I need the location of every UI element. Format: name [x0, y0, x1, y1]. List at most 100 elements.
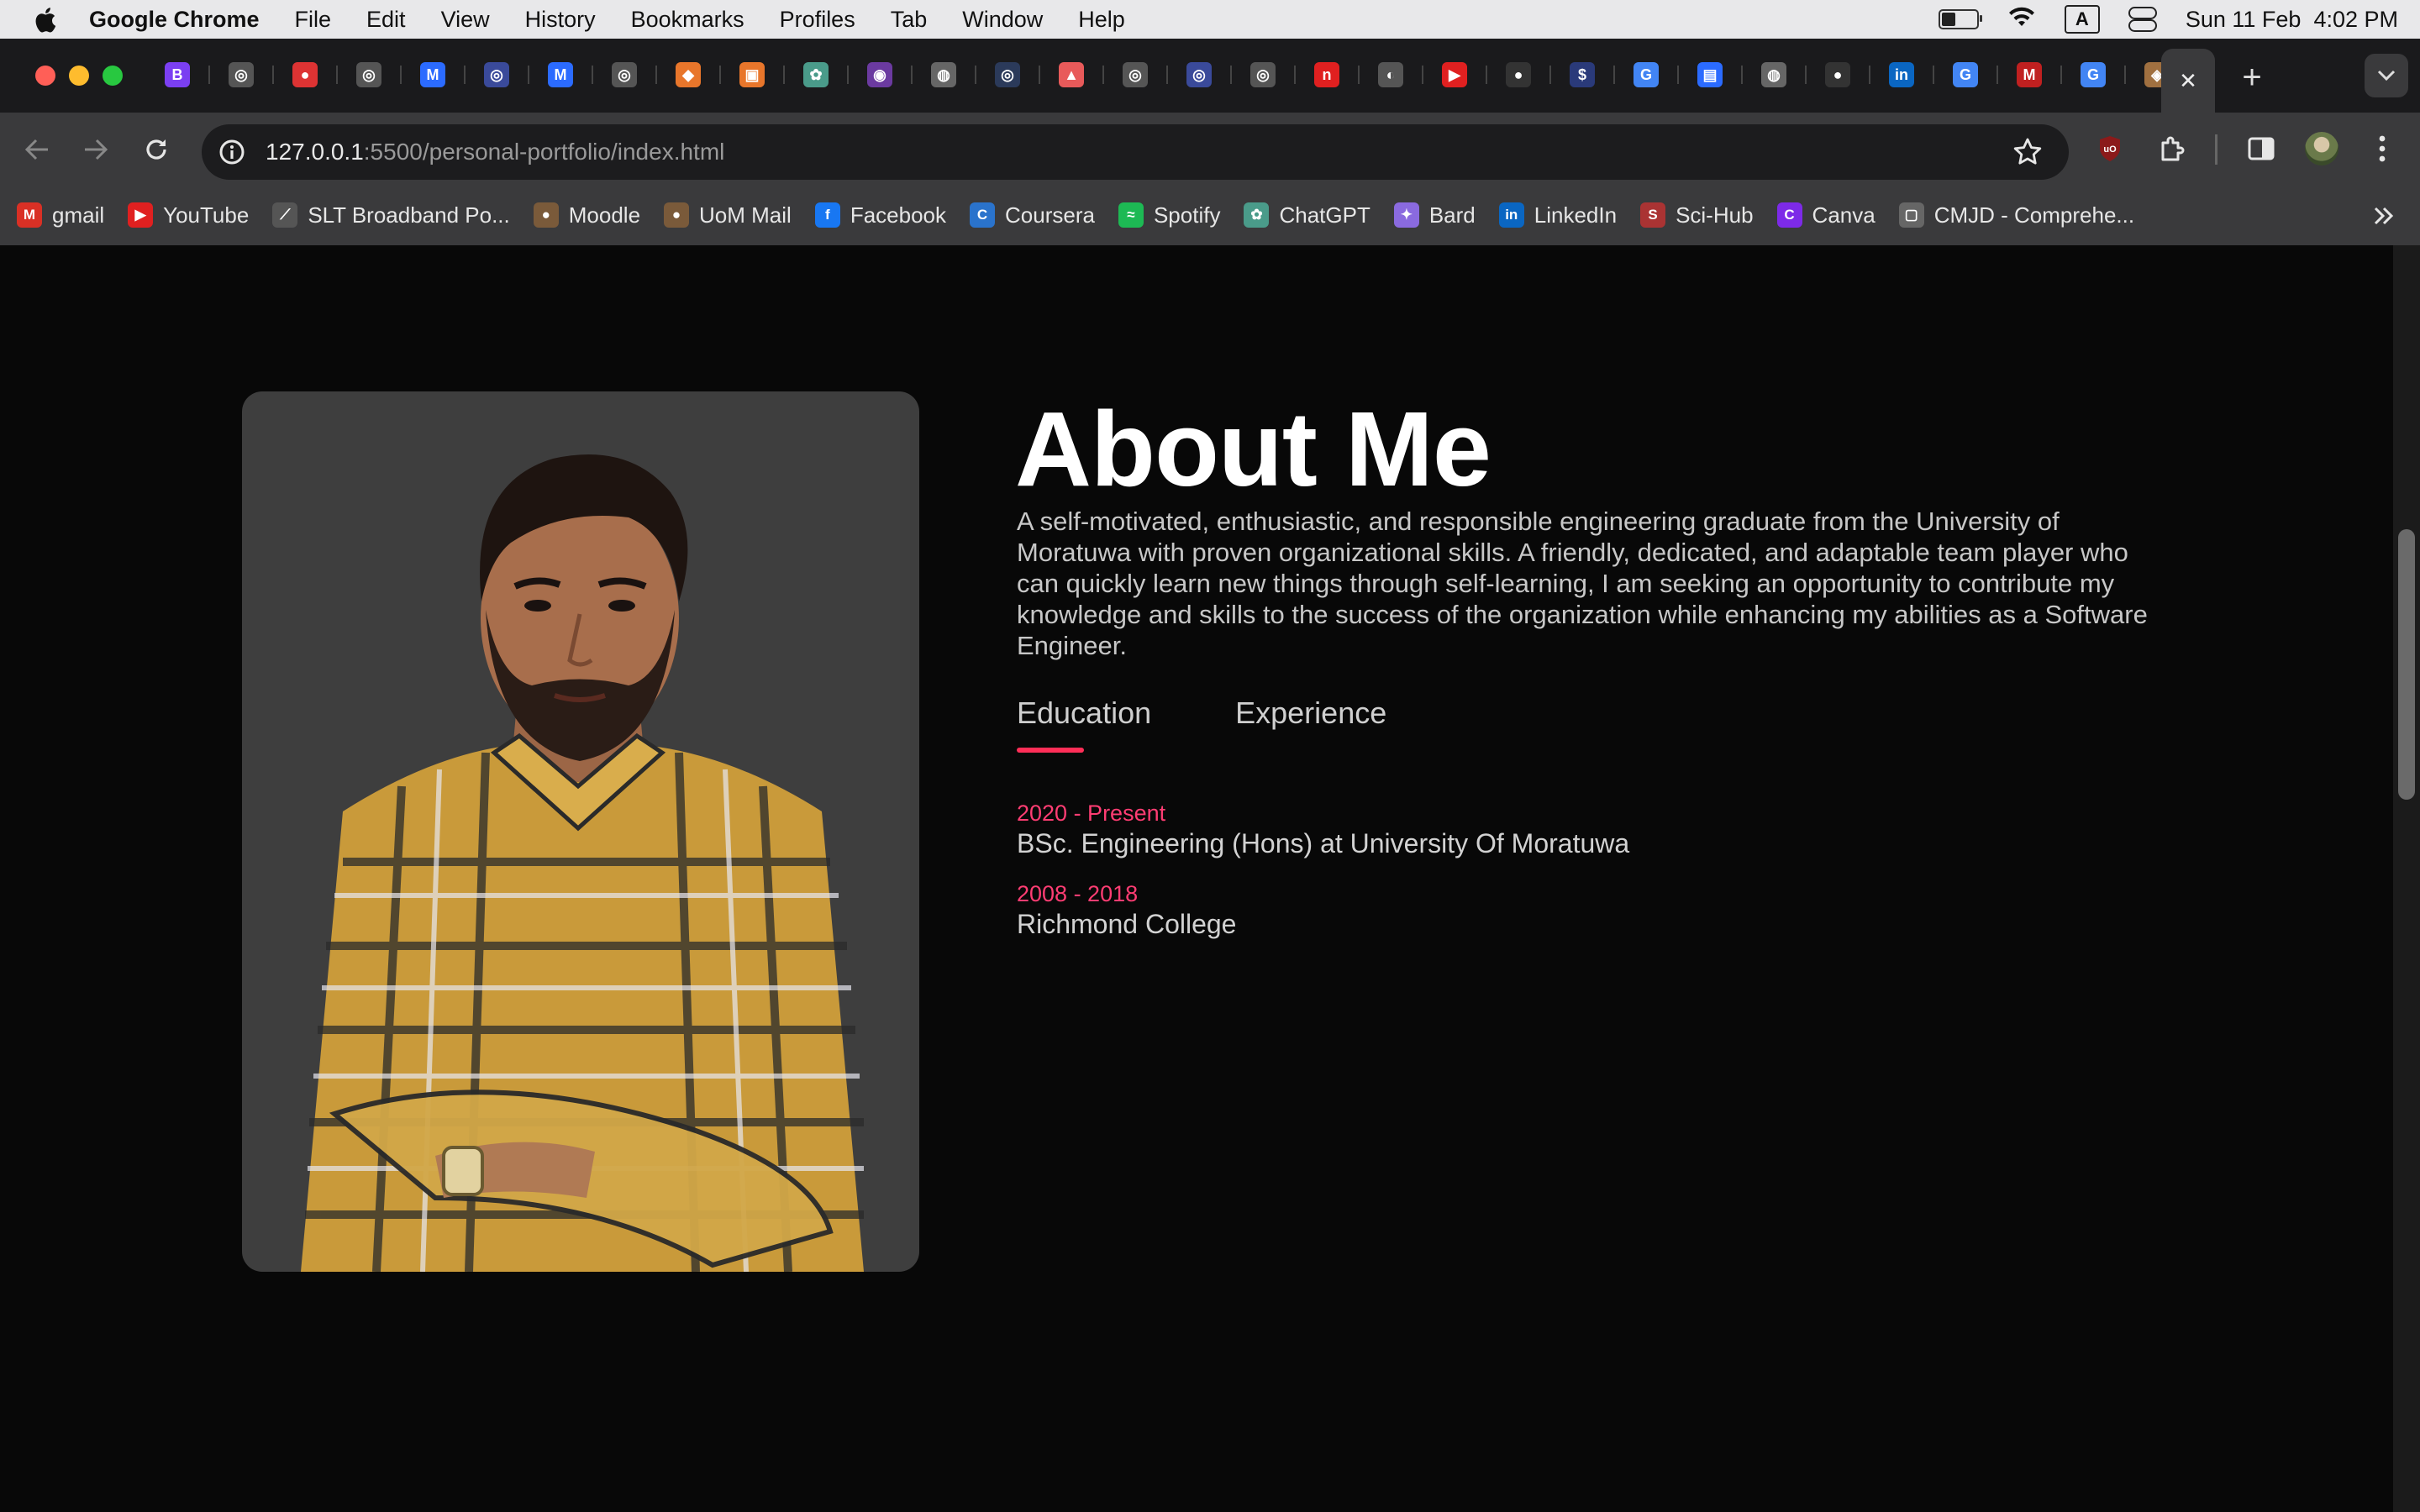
tab-favicon[interactable]: ◆ — [676, 62, 721, 87]
bookmark-label: Sci-Hub — [1676, 202, 1754, 228]
bookmark-item[interactable]: ● UoM Mail — [664, 202, 792, 228]
tab-favicon[interactable]: $ — [1570, 62, 1615, 87]
tab-favicon[interactable]: ▲ — [1059, 62, 1104, 87]
active-tab[interactable]: ✕ — [2161, 49, 2215, 113]
bookmark-label: LinkedIn — [1534, 202, 1618, 228]
window-minimize-button[interactable] — [69, 66, 89, 86]
control-center-icon[interactable] — [2128, 7, 2157, 32]
tab-favicon[interactable]: ● — [292, 62, 338, 87]
tab-education[interactable]: Education — [1017, 696, 1151, 753]
tab-favicon[interactable]: G — [1634, 62, 1679, 87]
tab-favicon[interactable]: ✿ — [803, 62, 849, 87]
bookmark-favicon-icon: ⟋ — [272, 202, 298, 228]
tab-favicon[interactable]: M — [2017, 62, 2062, 87]
bookmarks-overflow-icon[interactable] — [2373, 202, 2395, 233]
profile-photo — [242, 391, 919, 1272]
back-button[interactable] — [18, 131, 55, 168]
menubar-datetime[interactable]: Sun 11 Feb 4:02 PM — [2186, 7, 2398, 33]
page-scrollbar[interactable] — [2393, 245, 2420, 1512]
bookmark-favicon-icon: ≈ — [1118, 202, 1144, 228]
education-name: BSc. Engineering (Hons) at University Of… — [1017, 828, 1630, 858]
bookmark-item[interactable]: ✿ ChatGPT — [1244, 202, 1370, 228]
bookmark-item[interactable]: in LinkedIn — [1498, 202, 1618, 228]
tab-favicon[interactable]: ◍ — [1761, 62, 1807, 87]
bookmark-item[interactable]: ✦ Bard — [1393, 202, 1476, 228]
tab-favicon[interactable]: ● — [1506, 62, 1551, 87]
bookmark-item[interactable]: C Canva — [1776, 202, 1876, 228]
tab-favicon[interactable]: M — [420, 62, 466, 87]
tab-favicon[interactable]: ◍ — [931, 62, 976, 87]
about-tabs: Education Experience — [1017, 696, 1386, 753]
bookmark-item[interactable]: ● Moodle — [533, 202, 640, 228]
tab-favicon[interactable]: ● — [1825, 62, 1870, 87]
svg-text:uO: uO — [2103, 144, 2117, 155]
tab-favicon[interactable]: ▤ — [1697, 62, 1743, 87]
bookmark-item[interactable]: f Facebook — [814, 202, 947, 228]
about-description: A self-motivated, enthusiastic, and resp… — [1017, 507, 2148, 660]
ublock-extension-icon[interactable]: uO — [2091, 129, 2129, 168]
bookmark-item[interactable]: ▢ CMJD - Comprehe... — [1898, 202, 2134, 228]
wifi-icon[interactable] — [2007, 6, 2036, 34]
apple-menu-icon[interactable] — [32, 5, 57, 34]
tab-favicon[interactable]: G — [1953, 62, 1998, 87]
bookmark-item[interactable]: ▶ YouTube — [128, 202, 249, 228]
extensions-puzzle-icon[interactable] — [2153, 129, 2191, 168]
bookmark-favicon-icon: f — [814, 202, 840, 228]
tab-favicon[interactable]: ◐ — [1378, 62, 1423, 87]
menu-profiles[interactable]: Profiles — [780, 7, 855, 33]
reload-button[interactable] — [138, 131, 175, 168]
menu-window[interactable]: Window — [962, 7, 1043, 33]
window-close-button[interactable] — [35, 66, 55, 86]
bookmark-item[interactable]: Mgmail — [17, 202, 104, 228]
scrollbar-thumb[interactable] — [2398, 529, 2415, 800]
tab-favicon[interactable]: ◎ — [229, 62, 274, 87]
menu-tab[interactable]: Tab — [891, 7, 928, 33]
tab-favicon[interactable]: ◎ — [612, 62, 657, 87]
side-panel-icon[interactable] — [2242, 129, 2281, 168]
address-bar[interactable]: 127.0.0.1:5500/personal-portfolio/index.… — [202, 124, 2069, 180]
forward-button[interactable] — [77, 131, 114, 168]
tab-search-button[interactable] — [2365, 54, 2408, 97]
bookmark-item[interactable]: ≈ Spotify — [1118, 202, 1220, 228]
menu-file[interactable]: File — [295, 7, 332, 33]
menu-app-name[interactable]: Google Chrome — [89, 7, 260, 33]
url-text[interactable]: 127.0.0.1:5500/personal-portfolio/index.… — [266, 139, 724, 165]
window-zoom-button[interactable] — [103, 66, 123, 86]
bookmark-item[interactable]: C Coursera — [970, 202, 1095, 228]
menu-history[interactable]: History — [525, 7, 596, 33]
tab-close-icon[interactable]: ✕ — [2179, 68, 2197, 94]
tab-favicon[interactable]: G — [2081, 62, 2126, 87]
tab-favicon[interactable]: in — [1889, 62, 1934, 87]
tab-favicon[interactable]: ◎ — [1250, 62, 1296, 87]
tab-favicon[interactable]: ◎ — [1123, 62, 1168, 87]
tab-favicon[interactable]: ◎ — [1186, 62, 1232, 87]
tab-experience[interactable]: Experience — [1235, 696, 1386, 746]
new-tab-button[interactable]: + — [2235, 60, 2269, 94]
tab-favicon[interactable]: ▣ — [739, 62, 785, 87]
bookmark-item[interactable]: ⟋ SLT Broadband Po... — [272, 202, 510, 228]
profile-avatar[interactable] — [2302, 129, 2341, 168]
menu-help[interactable]: Help — [1078, 7, 1125, 33]
tab-favicon[interactable]: ◉ — [867, 62, 913, 87]
bookmark-item[interactable]: S Sci-Hub — [1640, 202, 1754, 228]
bookmark-label: Facebook — [850, 202, 947, 228]
tab-favicon[interactable]: ◎ — [484, 62, 529, 87]
tab-favicon[interactable]: n — [1314, 62, 1360, 87]
chrome-menu-icon[interactable] — [2363, 129, 2402, 168]
battery-icon[interactable] — [1938, 9, 1982, 29]
tab-favicon[interactable]: ▶ — [1442, 62, 1487, 87]
tab-favicon[interactable]: M — [548, 62, 593, 87]
tab-favicon[interactable]: B — [165, 62, 210, 87]
education-list: 2020 - Present BSc. Engineering (Hons) a… — [1017, 800, 1629, 961]
tab-favicon[interactable]: ◎ — [995, 62, 1040, 87]
tab-favicon[interactable]: ◎ — [356, 62, 402, 87]
bookmark-star-icon[interactable] — [2012, 136, 2044, 168]
menu-view[interactable]: View — [441, 7, 490, 33]
menu-bookmarks[interactable]: Bookmarks — [631, 7, 744, 33]
site-info-icon[interactable] — [217, 137, 247, 167]
input-source-indicator[interactable]: A — [2064, 5, 2100, 34]
bookmark-favicon-icon: ✦ — [1393, 202, 1419, 228]
menu-edit[interactable]: Edit — [366, 7, 406, 33]
browser-toolbar: 127.0.0.1:5500/personal-portfolio/index.… — [0, 113, 2420, 185]
browser-chrome: B ◎ ● ◎ M ◎ M ◎ ◆ ▣ ✿ ◉ ◍ ◎ ▲ ◎ ◎ ◎ n ◐ ▶ ● $ G ▤ ◍ ● in G M G ◈ ✕ + 12… — [0, 39, 2420, 245]
